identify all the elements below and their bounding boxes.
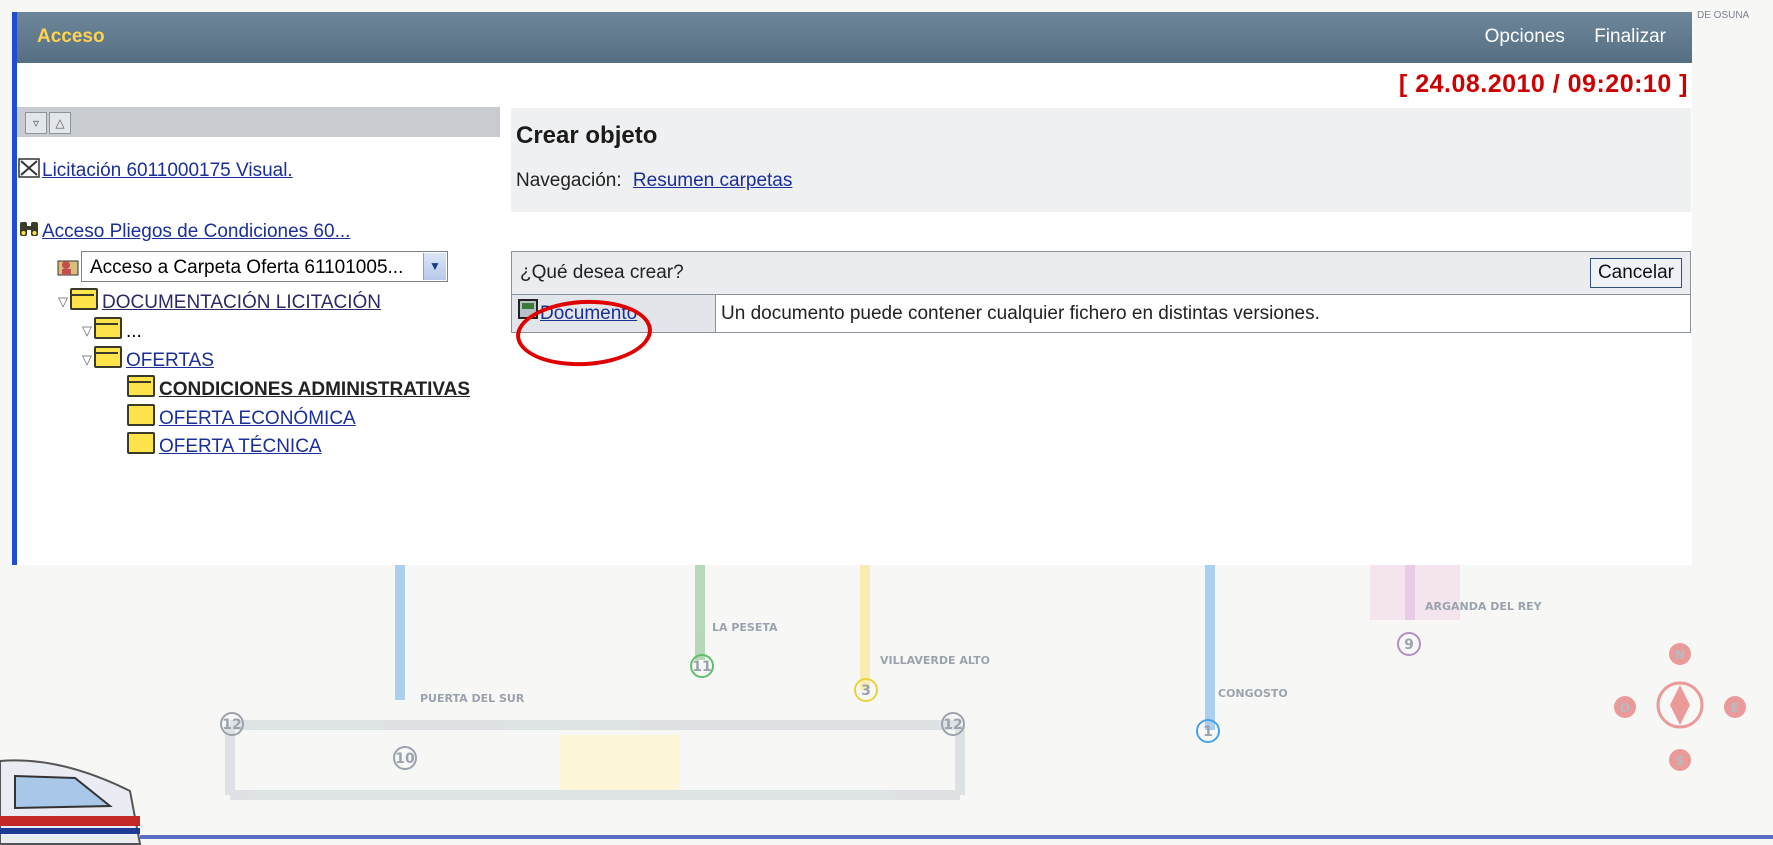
station-congosto: CONGOSTO xyxy=(1218,687,1288,700)
breadcrumb: Navegación: Resumen carpetas xyxy=(516,170,792,192)
svg-text:E: E xyxy=(1731,701,1739,715)
folder-oferta-economica[interactable]: OFERTA ECONÓMICA xyxy=(159,408,356,429)
line-11-marker: 11 xyxy=(692,659,711,675)
line-3-marker: 3 xyxy=(861,683,871,699)
line-10-marker: 10 xyxy=(395,751,415,767)
folder-open-icon xyxy=(94,346,122,368)
station-puerta-del-sur: PUERTA DEL SUR xyxy=(420,692,525,705)
top-menu: Opciones Finalizar xyxy=(1461,26,1666,48)
tree-cond-admin-row: CONDICIONES ADMINISTRATIVAS xyxy=(127,375,470,401)
create-table-header: ¿Qué desea crear? Cancelar xyxy=(512,252,1690,295)
folder-open-icon xyxy=(94,317,122,339)
tree-root-row: Licitación 6011000175 Visual. xyxy=(18,158,293,182)
line-12-marker-right: 12 xyxy=(943,717,962,733)
expand-toggle-icon[interactable]: ▽ xyxy=(82,352,92,368)
user-folder-icon xyxy=(57,260,79,276)
folder-oferta-tecnica[interactable]: OFERTA TÉCNICA xyxy=(159,436,322,457)
folder-icon xyxy=(127,432,155,454)
line-1-marker: 1 xyxy=(1203,724,1213,740)
tree-oferta-tecnica-row: OFERTA TÉCNICA xyxy=(127,432,322,458)
folder-open-icon xyxy=(127,375,155,397)
main-header-panel: Crear objeto Navegación: Resumen carpeta… xyxy=(511,108,1691,212)
expand-toggle-icon[interactable]: ▽ xyxy=(82,323,92,339)
carpeta-select-value: Acceso a Carpeta Oferta 61101005... xyxy=(90,257,404,278)
title-bar: Acceso Opciones Finalizar xyxy=(17,12,1692,63)
tree-ellipsis-row: ▽... xyxy=(82,317,142,343)
folder-documentacion-licitacion[interactable]: DOCUMENTACIÓN LICITACIÓN xyxy=(102,292,381,313)
folder-icon xyxy=(127,404,155,426)
bottom-divider xyxy=(140,835,1773,839)
folder-open-icon xyxy=(70,288,98,310)
acceso-pliegos-link[interactable]: Acceso Pliegos de Condiciones 60... xyxy=(42,221,350,242)
station-la-peseta: LA PESETA xyxy=(712,621,778,634)
tree-access-row: Acceso Pliegos de Condiciones 60... xyxy=(18,219,350,243)
create-question: ¿Qué desea crear? xyxy=(520,262,684,283)
tree-oferta-economica-row: OFERTA ECONÓMICA xyxy=(127,404,356,430)
folder-condiciones-administrativas[interactable]: CONDICIONES ADMINISTRATIVAS xyxy=(159,379,470,400)
cancel-button[interactable]: Cancelar xyxy=(1589,258,1682,288)
object-description: Un documento puede contener cualquier fi… xyxy=(721,303,1320,324)
tree-doc-licitacion-row: ▽ DOCUMENTACIÓN LICITACIÓN xyxy=(58,288,381,314)
session-datetime: [ 24.08.2010 / 09:20:10 ] xyxy=(1398,70,1688,98)
table-row: Documento Un documento puede contener cu… xyxy=(512,295,1690,332)
binoculars-icon xyxy=(20,222,38,236)
station-arganda-del-rey: ARGANDA DEL REY xyxy=(1425,600,1543,613)
folder-ellipsis[interactable]: ... xyxy=(126,321,142,342)
expand-toggle-icon[interactable]: ▽ xyxy=(58,294,68,310)
chevron-down-icon[interactable]: ▼ xyxy=(423,253,446,280)
folder-ofertas[interactable]: OFERTAS xyxy=(126,350,214,371)
line-12-marker: 12 xyxy=(222,717,241,733)
collapse-all-icon[interactable]: △ xyxy=(49,112,71,134)
licitacion-link[interactable]: Licitación 6011000175 Visual. xyxy=(42,160,293,181)
menu-finalizar[interactable]: Finalizar xyxy=(1594,26,1666,47)
carpeta-select[interactable]: Acceso a Carpeta Oferta 61101005... ▼ xyxy=(81,251,448,282)
app-title: Acceso xyxy=(37,26,105,47)
station-villaverde-alto: VILLAVERDE ALTO xyxy=(880,654,990,667)
page-title: Crear objeto xyxy=(516,122,658,149)
expand-all-icon[interactable]: ▿ xyxy=(25,112,47,134)
breadcrumb-label: Navegación: xyxy=(516,170,622,191)
svg-text:N: N xyxy=(1675,648,1685,662)
svg-text:O: O xyxy=(1620,701,1630,715)
visual-object-icon xyxy=(18,158,40,178)
folder-tree: ▿ △ Licitación 6011000175 Visual. Acceso… xyxy=(17,107,500,565)
tree-toolbar: ▿ △ xyxy=(17,107,500,137)
tree-ofertas-row: ▽ OFERTAS xyxy=(82,346,214,372)
side-map-label: DE OSUNA xyxy=(1697,10,1750,21)
line-9-marker: 9 xyxy=(1404,637,1414,653)
breadcrumb-link-resumen-carpetas[interactable]: Resumen carpetas xyxy=(633,170,792,191)
create-object-table: ¿Qué desea crear? Cancelar Documento Un … xyxy=(511,251,1691,333)
svg-text:S: S xyxy=(1676,754,1685,768)
menu-opciones[interactable]: Opciones xyxy=(1485,26,1565,47)
